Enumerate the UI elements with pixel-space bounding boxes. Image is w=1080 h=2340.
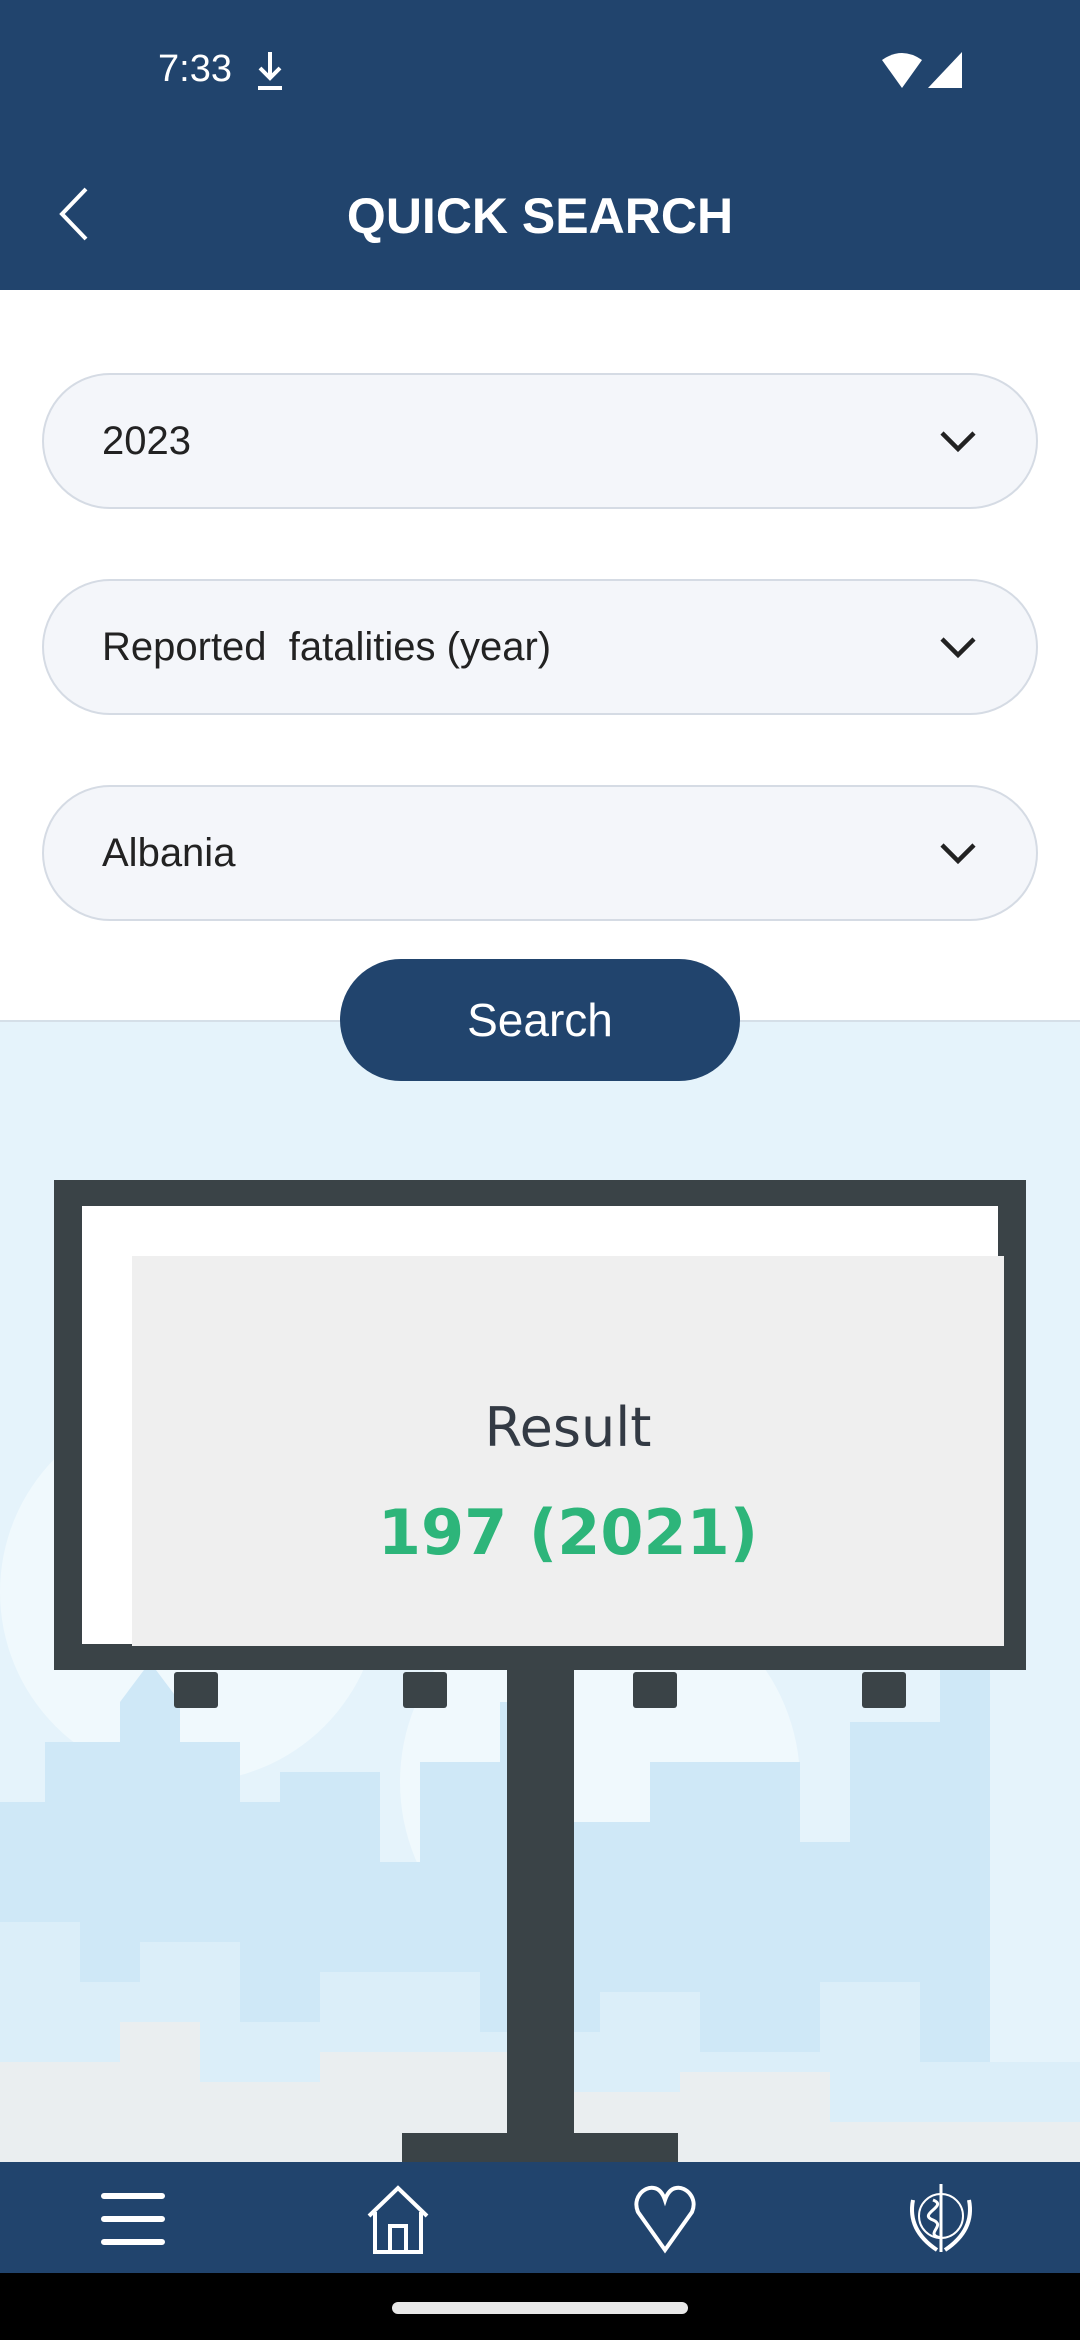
country-dropdown[interactable]: Albania xyxy=(42,785,1038,921)
page-title: QUICK SEARCH xyxy=(346,188,734,244)
home-icon[interactable] xyxy=(363,2184,433,2254)
who-emblem-icon[interactable] xyxy=(903,2180,979,2256)
year-dropdown[interactable]: 2023 xyxy=(42,373,1038,509)
chevron-down-icon xyxy=(940,843,976,865)
app-header: QUICK SEARCH xyxy=(0,135,1080,290)
system-nav-bar xyxy=(0,2273,1080,2340)
result-panel: Result 197 (2021) xyxy=(132,1256,1004,1646)
year-value: 2023 xyxy=(102,418,191,463)
bottom-nav xyxy=(0,2162,1080,2273)
status-bar: 7:33 xyxy=(0,0,1080,135)
billboard-frame: Result 197 (2021) xyxy=(82,1206,1004,1646)
home-gesture-handle[interactable] xyxy=(392,2302,688,2314)
billboard-post xyxy=(507,1670,574,2140)
result-value: 197 (2021) xyxy=(377,1496,759,1569)
indicator-value: Reported fatalities (year) xyxy=(102,624,552,669)
chevron-down-icon xyxy=(940,431,976,453)
country-value: Albania xyxy=(102,830,236,875)
wifi-icon xyxy=(882,53,922,88)
lamp-icon xyxy=(403,1672,447,1708)
indicator-dropdown[interactable]: Reported fatalities (year) xyxy=(42,579,1038,715)
billboard-base xyxy=(402,2133,678,2163)
result-billboard: Result 197 (2021) xyxy=(54,1180,1026,1670)
signal-icon xyxy=(928,52,962,88)
heart-icon[interactable] xyxy=(630,2184,700,2254)
search-button[interactable]: Search xyxy=(340,959,740,1081)
download-icon xyxy=(258,52,282,90)
chevron-down-icon xyxy=(940,637,976,659)
result-label: Result xyxy=(484,1396,652,1459)
lamp-icon xyxy=(862,1672,906,1708)
status-time: 7:33 xyxy=(158,48,232,90)
lamp-icon xyxy=(633,1672,677,1708)
menu-icon[interactable] xyxy=(98,2184,168,2254)
lamp-icon xyxy=(174,1672,218,1708)
